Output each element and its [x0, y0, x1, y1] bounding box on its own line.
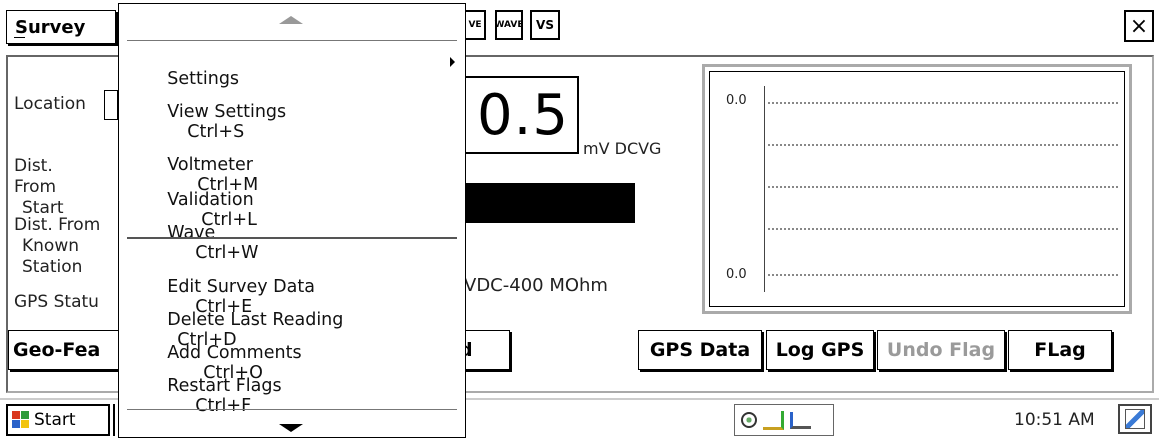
- signal-bar: [455, 183, 635, 223]
- dist-from-known-line3: Station: [22, 257, 83, 277]
- undo-flag-button[interactable]: Undo Flag: [877, 330, 1005, 370]
- reading-unit: mV DCVG: [583, 139, 662, 158]
- graph-frame: 0.0 0.0: [702, 64, 1132, 314]
- survey-menu-label: Survey: [15, 16, 86, 38]
- gps-status-label: GPS Statu: [14, 292, 99, 312]
- underline-s: [14, 37, 25, 38]
- graph-axis: [764, 86, 765, 292]
- graph-gridline-1: [768, 102, 1118, 104]
- survey-dropdown-menu: Settings View Settings Ctrl+S Voltmeter …: [118, 3, 466, 438]
- connection-icon: [790, 411, 811, 429]
- start-button[interactable]: Start: [6, 404, 110, 436]
- logo-red: [12, 411, 20, 419]
- menu-top-divider: [127, 40, 457, 41]
- windows-logo-icon: [12, 411, 30, 429]
- start-label: Start: [34, 410, 76, 430]
- ve-toolbar-button[interactable]: VE: [466, 10, 486, 40]
- dist-from-known-line2: Known: [22, 236, 80, 256]
- location-label: Location: [14, 94, 86, 114]
- log-gps-label: Log GPS: [775, 339, 865, 361]
- graph-top-label: 0.0: [726, 93, 747, 108]
- logo-yellow: [21, 420, 29, 428]
- graph-bottom-label: 0.0: [726, 267, 747, 282]
- desktop-pencil-icon: [1125, 409, 1145, 429]
- log-gps-button[interactable]: Log GPS: [766, 330, 874, 370]
- meter-info: VDC-400 MOhm: [464, 275, 608, 296]
- restart-flags-label: Restart Flags: [167, 376, 282, 396]
- location-dropdown[interactable]: [104, 90, 118, 120]
- menu-divider: [127, 237, 457, 239]
- scroll-up-arrow-icon[interactable]: [279, 16, 303, 24]
- graph-gridline-2: [768, 144, 1118, 146]
- network-globe-icon: [741, 412, 757, 428]
- close-button[interactable]: ×: [1124, 10, 1154, 42]
- menu-bottom-divider: [127, 409, 457, 410]
- wave-label: WAVE: [494, 20, 524, 30]
- desktop-button[interactable]: [1118, 404, 1152, 434]
- reading-box: 0.5: [455, 76, 579, 154]
- gps-data-label: GPS Data: [649, 339, 751, 361]
- dist-from-start-label: Dist. From Start: [14, 156, 94, 219]
- ve-label: VE: [468, 20, 482, 30]
- restart-flags-shortcut: Ctrl+F: [195, 396, 252, 416]
- gps-data-button[interactable]: GPS Data: [638, 330, 762, 370]
- dist-from-known-line1: Dist. From: [14, 215, 101, 235]
- close-icon: ×: [1129, 13, 1149, 39]
- logo-green: [21, 411, 29, 419]
- wave-toolbar-button[interactable]: WAVE: [494, 10, 524, 40]
- geo-features-label: Geo-Fea: [13, 339, 101, 361]
- vs-label: VS: [536, 18, 554, 32]
- system-tray-icons: [734, 404, 834, 436]
- undo-flag-label: Undo Flag: [886, 339, 996, 361]
- vs-toolbar-button[interactable]: VS: [530, 10, 560, 40]
- graph-gridline-4: [768, 228, 1118, 230]
- dist-from-start-line1: Dist. From: [14, 156, 57, 197]
- reading-value: 0.5: [476, 82, 569, 148]
- logo-blue: [12, 420, 20, 428]
- scroll-down-arrow-icon[interactable]: [279, 424, 303, 432]
- survey-menu-button[interactable]: Survey: [6, 10, 116, 44]
- graph-inner: 0.0 0.0: [709, 71, 1125, 307]
- clock: 10:51 AM: [1014, 410, 1095, 430]
- view-settings-label: View Settings: [167, 102, 287, 122]
- flag-button[interactable]: FLag: [1008, 330, 1112, 370]
- submenu-arrow-icon: [450, 57, 455, 67]
- power-plug-icon: [763, 410, 784, 430]
- wave-label-menu: Wave: [167, 223, 216, 243]
- graph-gridline-3: [768, 186, 1118, 188]
- graph-gridline-5: [768, 274, 1118, 276]
- flag-label: FLag: [1034, 339, 1086, 361]
- dist-from-known-label: Dist. From Known Station: [14, 215, 104, 278]
- menu-item-restart-flags[interactable]: Restart Flags Ctrl+F: [145, 356, 282, 436]
- geo-features-button[interactable]: Geo-Fea: [8, 330, 128, 370]
